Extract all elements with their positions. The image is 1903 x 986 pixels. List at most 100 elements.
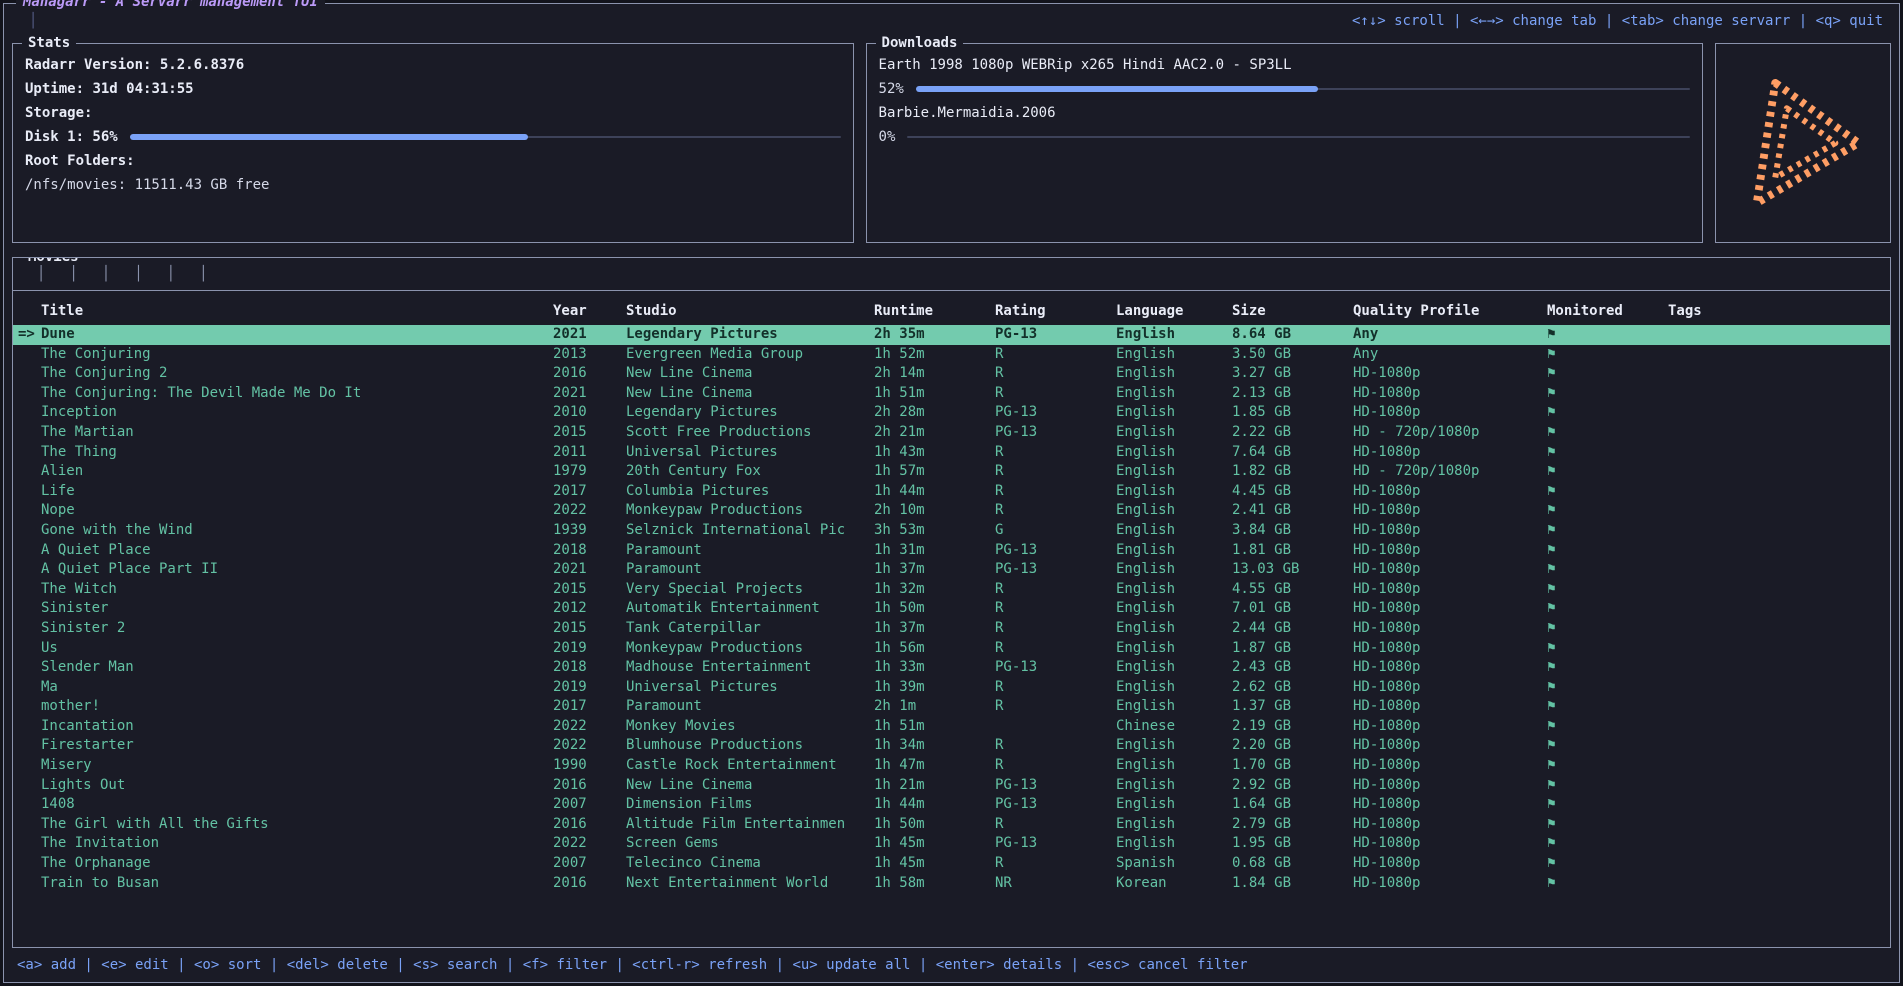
footer-keybindings: <a> add | <e> edit | <o> sort | <del> de…: [4, 948, 1899, 982]
movie-quality-profile: HD-1080p: [1353, 364, 1547, 384]
table-row[interactable]: The Invitation 2022 Screen Gems 1h 45m P…: [13, 834, 1890, 854]
table-row[interactable]: The Girl with All the Gifts 2016 Altitud…: [13, 815, 1890, 835]
movie-size: 2.41 GB: [1232, 501, 1353, 521]
movie-language: English: [1116, 541, 1232, 561]
movie-rating: R: [995, 462, 1116, 482]
servarr-tab[interactable]: [16, 13, 50, 29]
table-row[interactable]: mother! 2017 Paramount 2h 1m R English 1…: [13, 697, 1890, 717]
movie-title: Gone with the Wind: [41, 521, 553, 541]
movie-runtime: 1h 47m: [874, 756, 995, 776]
table-row[interactable]: The Martian 2015 Scott Free Productions …: [13, 423, 1890, 443]
table-row[interactable]: Us 2019 Monkeypaw Productions 1h 56m R E…: [13, 639, 1890, 659]
stats-panel-title: Stats: [22, 35, 76, 51]
movie-quality-profile: HD-1080p: [1353, 639, 1547, 659]
movies-tab[interactable]: [57, 266, 89, 282]
table-row[interactable]: => Dune 2021 Legendary Pictures 2h 35m P…: [13, 325, 1890, 345]
movie-title: The Conjuring 2: [41, 364, 553, 384]
movie-studio: Evergreen Media Group: [626, 345, 874, 365]
movie-rating: R: [995, 815, 1116, 835]
movie-title: 1408: [41, 795, 553, 815]
movie-size: 1.81 GB: [1232, 541, 1353, 561]
movie-language: English: [1116, 619, 1232, 639]
monitored-flag-icon: ⚑: [1547, 639, 1668, 659]
app-title: Managarr - A Servarr management TUI: [16, 0, 325, 10]
download-item[interactable]: Earth 1998 1080p WEBRip x265 Hindi AAC2.…: [879, 53, 1690, 101]
movie-rating: R: [995, 697, 1116, 717]
movie-quality-profile: HD-1080p: [1353, 403, 1547, 423]
movie-quality-profile: HD-1080p: [1353, 717, 1547, 737]
movies-tab[interactable]: [25, 266, 57, 282]
table-row[interactable]: Gone with the Wind 1939 Selznick Interna…: [13, 521, 1890, 541]
table-row[interactable]: Sinister 2 2015 Tank Caterpillar 1h 37m …: [13, 619, 1890, 639]
table-row[interactable]: The Thing 2011 Universal Pictures 1h 43m…: [13, 443, 1890, 463]
table-row[interactable]: The Conjuring 2013 Evergreen Media Group…: [13, 345, 1890, 365]
movie-studio: Castle Rock Entertainment: [626, 756, 874, 776]
table-row[interactable]: Nope 2022 Monkeypaw Productions 2h 10m R…: [13, 501, 1890, 521]
uptime: Uptime: 31d 04:31:55: [25, 77, 841, 101]
movies-tab[interactable]: [187, 266, 219, 282]
movie-size: 1.64 GB: [1232, 795, 1353, 815]
movie-language: English: [1116, 834, 1232, 854]
table-row[interactable]: The Witch 2015 Very Special Projects 1h …: [13, 580, 1890, 600]
table-row[interactable]: Incantation 2022 Monkey Movies 1h 51m Ch…: [13, 717, 1890, 737]
top-panels: Stats Radarr Version: 5.2.6.8376 Uptime:…: [4, 31, 1899, 243]
table-row[interactable]: 1408 2007 Dimension Films 1h 44m PG-13 E…: [13, 795, 1890, 815]
movie-size: 2.92 GB: [1232, 776, 1353, 796]
monitored-flag-icon: ⚑: [1547, 619, 1668, 639]
table-row[interactable]: Sinister 2012 Automatik Entertainment 1h…: [13, 599, 1890, 619]
movie-year: 1979: [553, 462, 626, 482]
movies-tab[interactable]: [122, 266, 154, 282]
table-row[interactable]: Misery 1990 Castle Rock Entertainment 1h…: [13, 756, 1890, 776]
table-row[interactable]: Ma 2019 Universal Pictures 1h 39m R Engl…: [13, 678, 1890, 698]
download-item[interactable]: Barbie.Mermaidia.2006 0%: [879, 101, 1690, 149]
table-row[interactable]: Life 2017 Columbia Pictures 1h 44m R Eng…: [13, 482, 1890, 502]
movies-tabs: [13, 258, 1890, 291]
movie-language: English: [1116, 697, 1232, 717]
movie-year: 1939: [553, 521, 626, 541]
monitored-flag-icon: ⚑: [1547, 658, 1668, 678]
table-row[interactable]: The Orphanage 2007 Telecinco Cinema 1h 4…: [13, 854, 1890, 874]
table-row[interactable]: The Conjuring 2 2016 New Line Cinema 2h …: [13, 364, 1890, 384]
monitored-flag-icon: ⚑: [1547, 384, 1668, 404]
movie-year: 2022: [553, 717, 626, 737]
movie-studio: New Line Cinema: [626, 384, 874, 404]
movie-quality-profile: HD-1080p: [1353, 599, 1547, 619]
movie-year: 2007: [553, 854, 626, 874]
movie-size: 7.64 GB: [1232, 443, 1353, 463]
table-row[interactable]: Firestarter 2022 Blumhouse Productions 1…: [13, 736, 1890, 756]
movie-language: English: [1116, 736, 1232, 756]
table-row[interactable]: Inception 2010 Legendary Pictures 2h 28m…: [13, 403, 1890, 423]
movie-language: English: [1116, 580, 1232, 600]
table-row[interactable]: Train to Busan 2016 Next Entertainment W…: [13, 874, 1890, 894]
table-row[interactable]: A Quiet Place 2018 Paramount 1h 31m PG-1…: [13, 541, 1890, 561]
table-row[interactable]: Slender Man 2018 Madhouse Entertainment …: [13, 658, 1890, 678]
monitored-flag-icon: ⚑: [1547, 697, 1668, 717]
movie-studio: Universal Pictures: [626, 678, 874, 698]
movie-year: 2015: [553, 580, 626, 600]
movie-quality-profile: HD-1080p: [1353, 795, 1547, 815]
col-language: Language: [1116, 303, 1232, 319]
movies-tab[interactable]: [90, 266, 122, 282]
movie-title: The Invitation: [41, 834, 553, 854]
monitored-flag-icon: ⚑: [1547, 560, 1668, 580]
movie-title: Sinister: [41, 599, 553, 619]
logo-panel: [1715, 43, 1891, 243]
movie-studio: Scott Free Productions: [626, 423, 874, 443]
monitored-flag-icon: ⚑: [1547, 325, 1668, 345]
table-row[interactable]: Alien 1979 20th Century Fox 1h 57m R Eng…: [13, 462, 1890, 482]
movies-panel: Movies Title Year Studio Runtime Rating …: [12, 257, 1891, 948]
table-row[interactable]: The Conjuring: The Devil Made Me Do It 2…: [13, 384, 1890, 404]
movie-rating: R: [995, 482, 1116, 502]
movie-runtime: 2h 1m: [874, 697, 995, 717]
movie-rating: R: [995, 364, 1116, 384]
movie-runtime: 1h 37m: [874, 619, 995, 639]
col-rating: Rating: [995, 303, 1116, 319]
movies-tab[interactable]: [155, 266, 187, 282]
movie-rating: R: [995, 345, 1116, 365]
movie-size: 1.70 GB: [1232, 756, 1353, 776]
movie-studio: Paramount: [626, 697, 874, 717]
movie-size: 2.43 GB: [1232, 658, 1353, 678]
table-row[interactable]: A Quiet Place Part II 2021 Paramount 1h …: [13, 560, 1890, 580]
monitored-flag-icon: ⚑: [1547, 501, 1668, 521]
table-row[interactable]: Lights Out 2016 New Line Cinema 1h 21m P…: [13, 776, 1890, 796]
